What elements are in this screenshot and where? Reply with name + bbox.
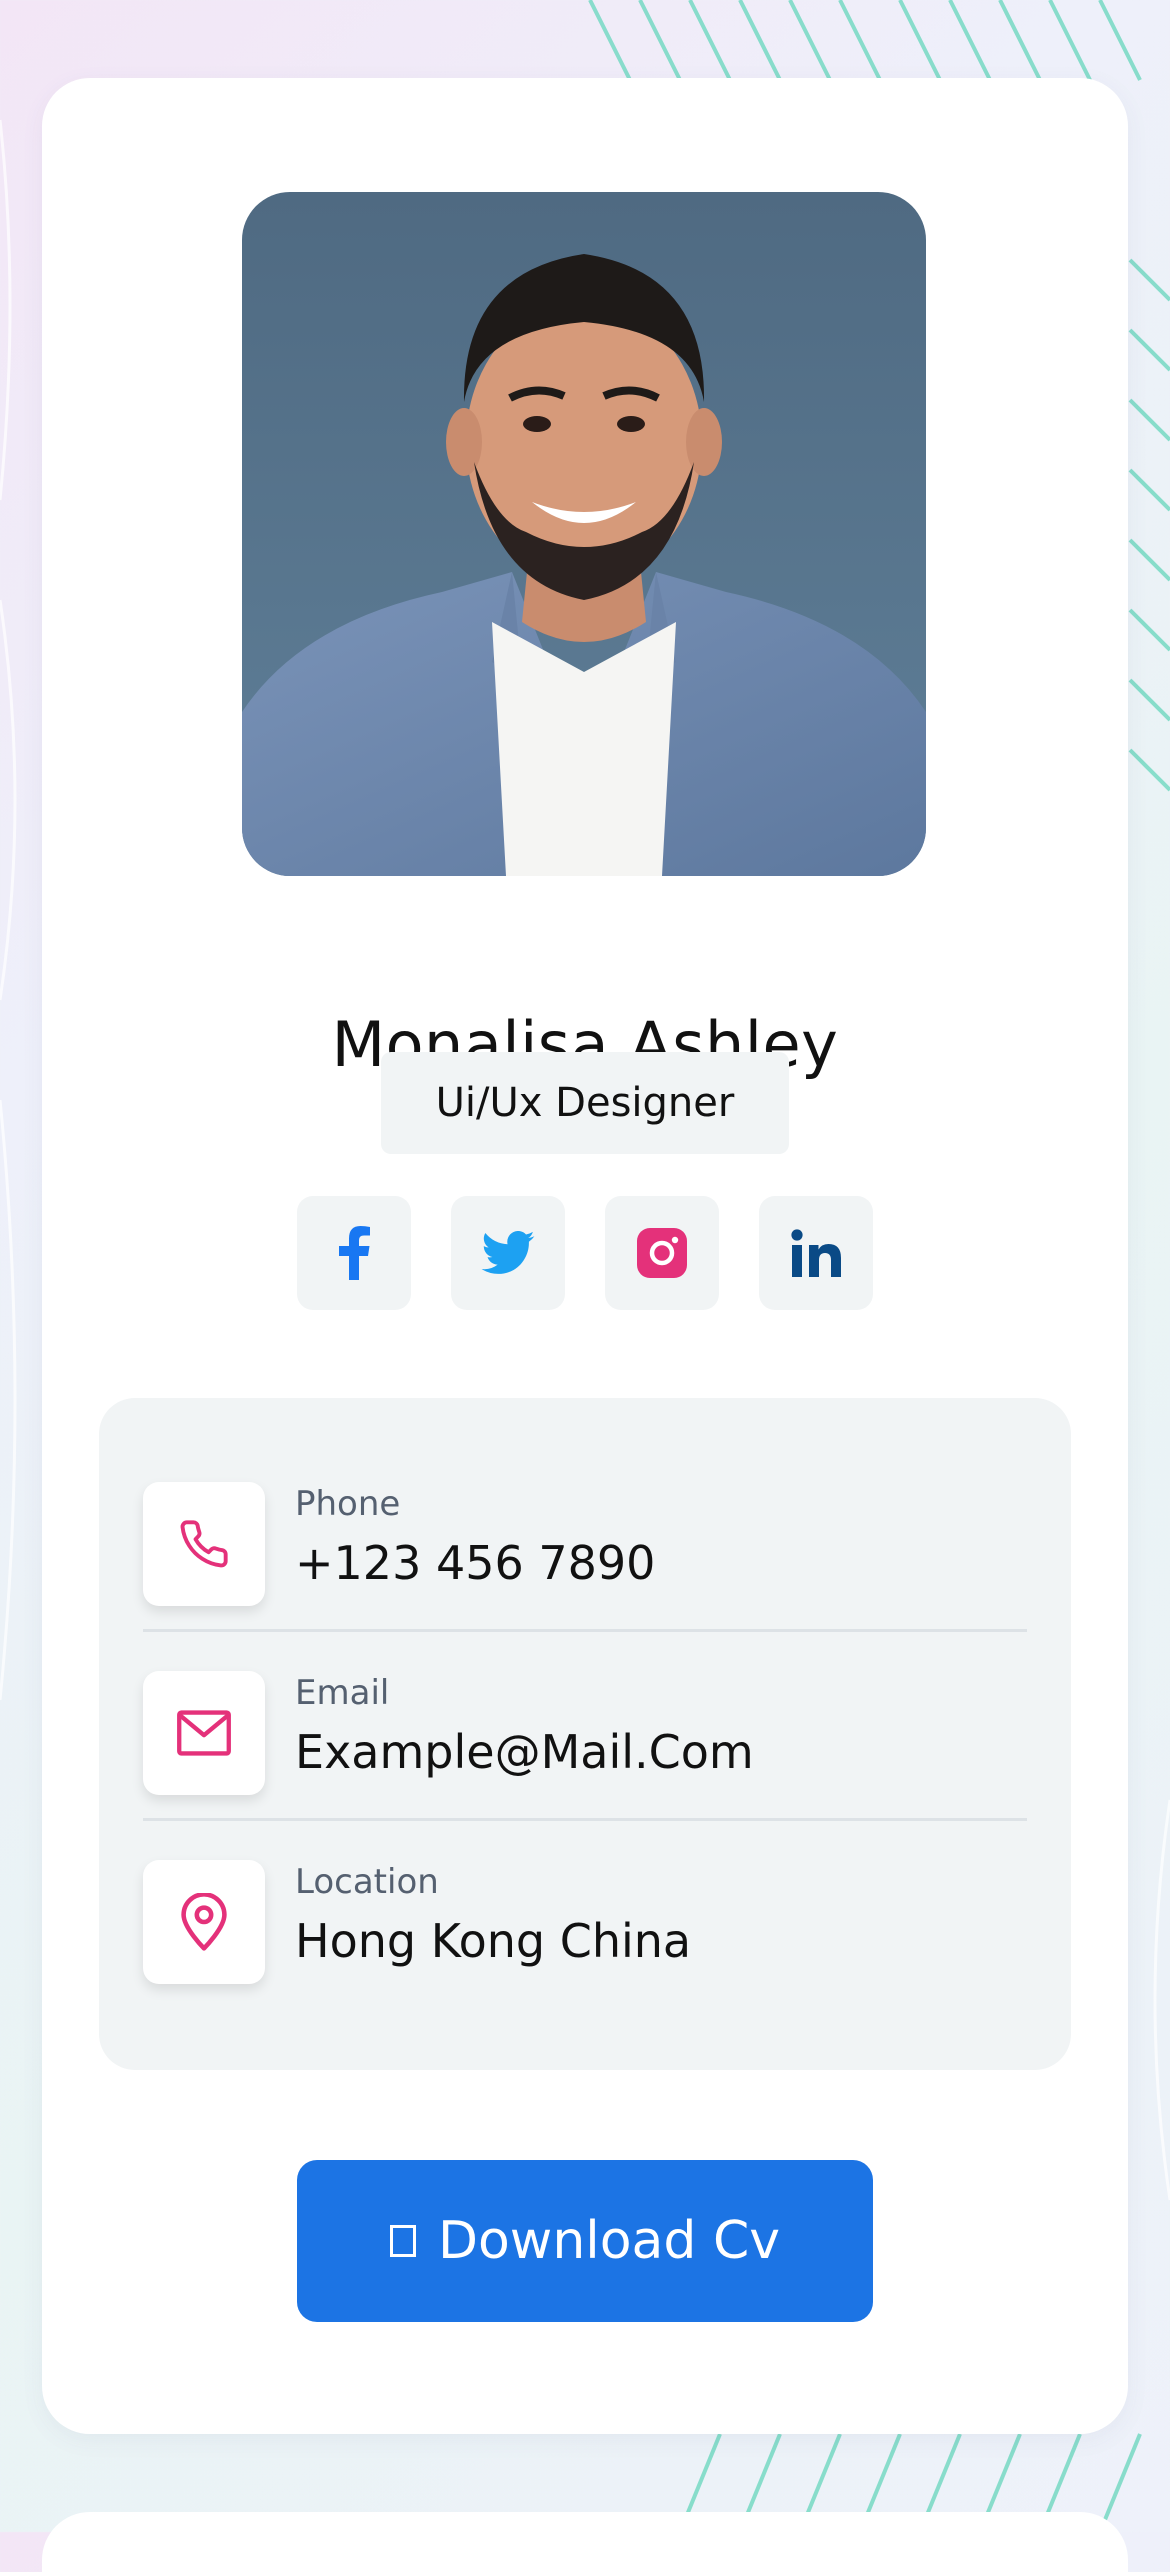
phone-value: +123 456 7890 (295, 1536, 656, 1590)
contact-row-phone[interactable]: Phone +123 456 7890 (143, 1442, 1027, 1632)
phone-label: Phone (295, 1484, 401, 1524)
next-card-edge (42, 2512, 1128, 2572)
mail-icon-tile (143, 1671, 265, 1795)
location-pin-icon (181, 1893, 227, 1951)
contact-row-email[interactable]: Email Example@Mail.Com (143, 1631, 1027, 1821)
facebook-icon (339, 1226, 370, 1280)
email-label: Email (295, 1673, 390, 1713)
linkedin-button[interactable] (759, 1196, 873, 1310)
download-cv-button[interactable]: Download Cv (297, 2160, 873, 2322)
location-value: Hong Kong China (295, 1914, 692, 1968)
email-value: Example@Mail.Com (295, 1725, 754, 1779)
phone-icon-tile (143, 1482, 265, 1606)
download-cv-label: Download Cv (437, 2211, 781, 2271)
role-badge: Ui/Ux Designer (381, 1052, 789, 1154)
profile-card: Monalisa Ashley Ui/Ux Designer Phone +12… (42, 78, 1128, 2434)
facebook-button[interactable] (297, 1196, 411, 1310)
profile-photo (242, 192, 926, 876)
role-label: Ui/Ux Designer (435, 1080, 735, 1126)
instagram-icon (637, 1228, 687, 1278)
twitter-icon (481, 1231, 535, 1274)
phone-icon (180, 1520, 228, 1568)
mail-icon (177, 1710, 231, 1756)
twitter-button[interactable] (451, 1196, 565, 1310)
contact-row-location[interactable]: Location Hong Kong China (143, 1820, 1027, 2010)
linkedin-icon (791, 1229, 841, 1277)
contact-info-panel: Phone +123 456 7890 Email Example@Mail.C… (99, 1398, 1071, 2070)
location-icon-tile (143, 1860, 265, 1984)
location-label: Location (295, 1862, 439, 1902)
instagram-button[interactable] (605, 1196, 719, 1310)
social-links (297, 1196, 873, 1310)
download-icon (389, 2225, 416, 2257)
